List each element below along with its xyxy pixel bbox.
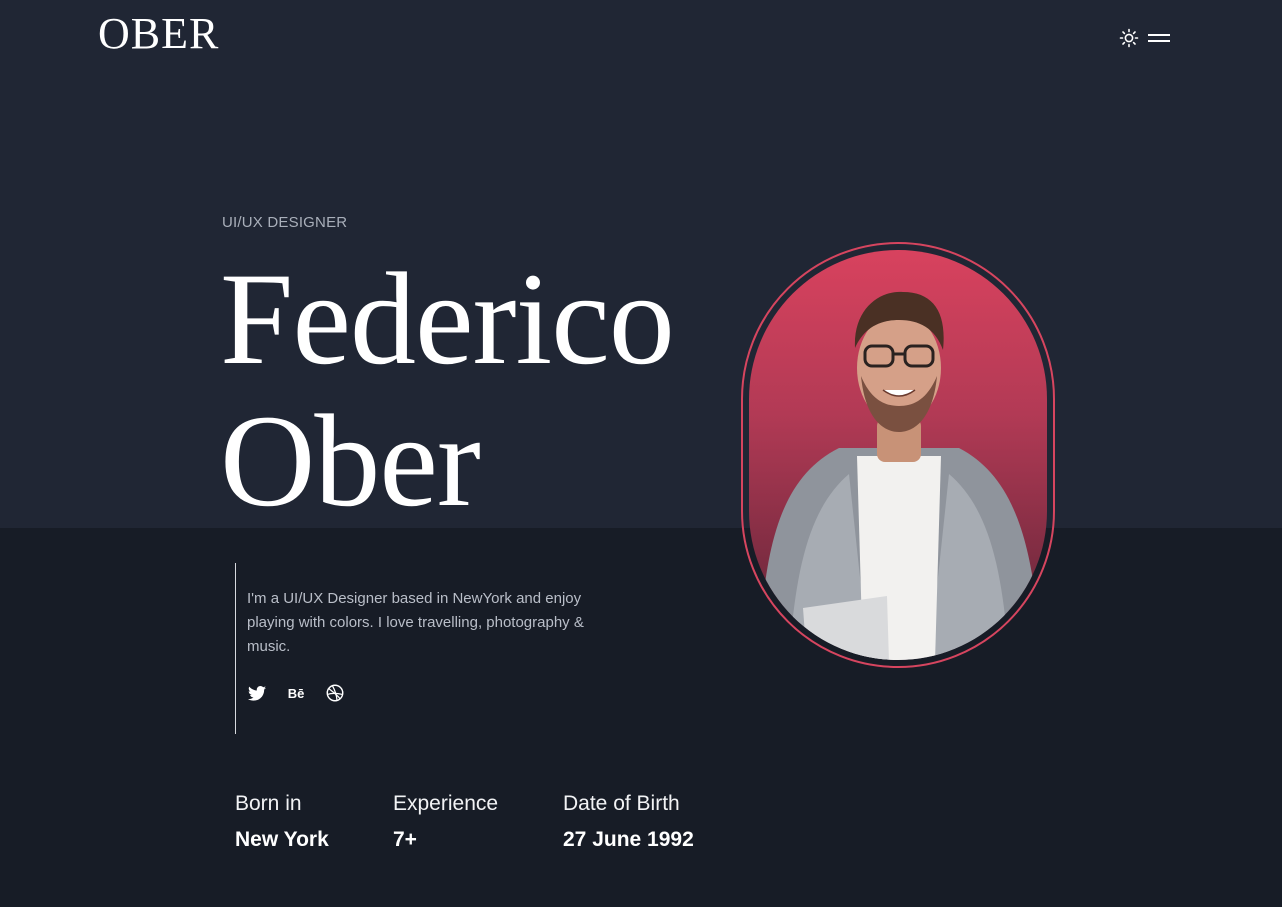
stat-label: Experience (393, 792, 499, 815)
dribbble-link[interactable] (325, 683, 345, 703)
bio-text: I'm a UI/UX Designer based in NewYork an… (247, 590, 584, 655)
social-links: Bē (247, 683, 345, 703)
twitter-icon (248, 685, 266, 701)
stat-label: Date of Birth (563, 792, 680, 815)
stat-experience: Experience 7+ (393, 790, 498, 854)
theme-toggle-button[interactable] (1118, 27, 1140, 49)
stat-value: New York (235, 828, 329, 851)
hero-name: Federico Ober (220, 245, 675, 534)
job-title: UI/UX DESIGNER (222, 214, 348, 231)
hamburger-menu-icon-line (1148, 40, 1170, 42)
behance-link[interactable]: Bē (286, 683, 306, 703)
stat-value: 27 June 1992 (563, 828, 694, 851)
twitter-link[interactable] (247, 683, 267, 703)
stat-label: Born in (235, 792, 302, 815)
sun-icon (1119, 28, 1139, 48)
stat-born-in: Born in New York (235, 790, 329, 854)
stat-date-of-birth: Date of Birth 27 June 1992 (563, 790, 694, 854)
last-name: Ober (220, 387, 481, 534)
profile-photo (749, 250, 1047, 660)
stat-value: 7+ (393, 828, 417, 851)
behance-icon: Bē (287, 685, 305, 701)
hamburger-menu-icon (1148, 34, 1170, 36)
dribbble-icon (326, 684, 344, 702)
bio-divider (235, 563, 236, 734)
site-logo[interactable]: OBER (98, 8, 219, 60)
profile-photo-frame (741, 242, 1055, 668)
first-name: Federico (220, 245, 675, 392)
menu-button[interactable] (1148, 30, 1172, 46)
person-illustration (759, 291, 1041, 660)
